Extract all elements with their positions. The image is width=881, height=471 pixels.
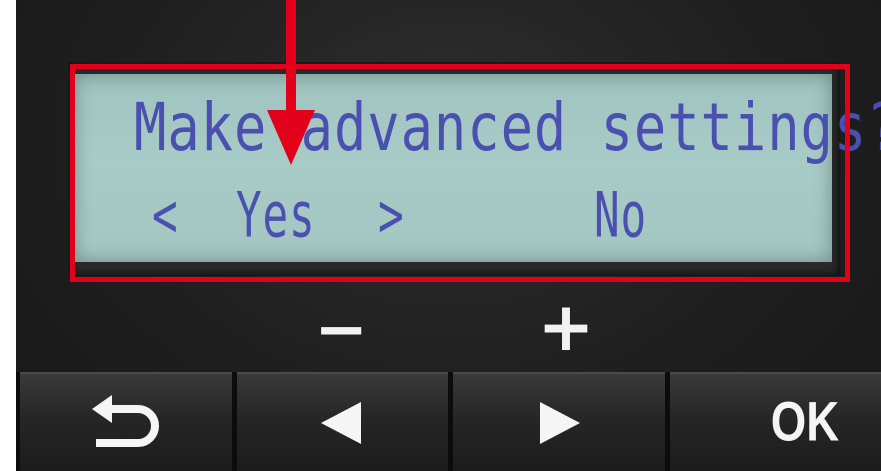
back-return-icon <box>91 394 159 447</box>
printer-control-panel: Make advanced settings? < Yes > No − + O… <box>16 0 881 471</box>
triangle-right-icon <box>539 401 580 444</box>
back-button[interactable] <box>20 372 232 471</box>
plus-label: + <box>537 288 595 367</box>
button-row: OK <box>16 372 881 471</box>
arrow-down-icon <box>267 0 315 165</box>
lcd-right-arrow: > <box>378 180 405 252</box>
minus-label: − <box>314 293 368 367</box>
lcd-screen: Make advanced settings? < Yes > No <box>74 74 881 262</box>
lcd-option-no: No <box>594 180 647 252</box>
right-button[interactable] <box>453 372 665 471</box>
triangle-left-icon <box>321 401 362 444</box>
ok-button-label: OK <box>771 392 840 453</box>
left-button[interactable] <box>236 372 448 471</box>
lcd-prompt-text: Make advanced settings? <box>134 90 881 167</box>
ok-button[interactable]: OK <box>669 372 881 471</box>
lcd-left-arrow: < <box>152 180 179 252</box>
lcd-option-yes: Yes <box>236 180 316 252</box>
